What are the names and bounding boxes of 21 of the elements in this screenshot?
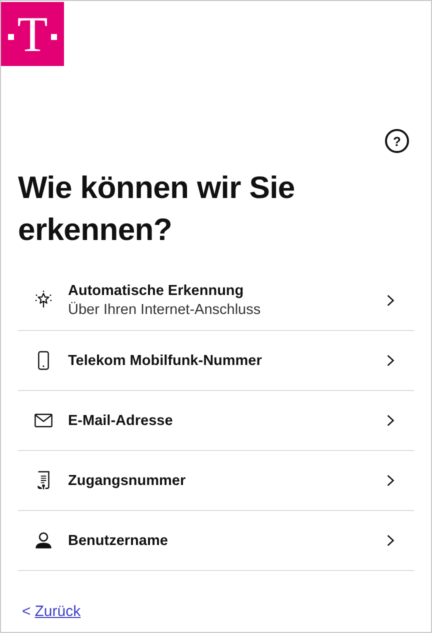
option-row[interactable]: E-Mail-Adresse xyxy=(18,391,414,451)
chevron-icon xyxy=(386,354,395,367)
chevron-icon xyxy=(386,534,395,547)
back-link[interactable]: < Zurück xyxy=(22,603,81,620)
chevron-icon xyxy=(386,414,395,427)
option-subtitle: Über Ihren Internet-Anschluss xyxy=(68,302,262,318)
option-title: Telekom Mobilfunk-Nummer xyxy=(68,352,263,368)
option-row[interactable]: Automatische Erkennung Über Ihren Internet-Anschluss xyxy=(18,271,414,331)
option-title: Automatische Erkennung xyxy=(68,283,245,299)
option-row[interactable]: Telekom Mobilfunk-Nummer xyxy=(18,331,414,391)
option-row[interactable]: Benutzername xyxy=(18,511,414,571)
option-title: Benutzername xyxy=(68,532,169,548)
person-icon xyxy=(32,530,54,551)
chevron-icon xyxy=(386,294,395,307)
page-title: Wie können wir Sie erkennen? xyxy=(18,169,296,249)
chevron-icon xyxy=(386,474,395,487)
option-row[interactable]: Zugangsnummer xyxy=(18,451,414,511)
option-title: Zugangsnummer xyxy=(68,472,187,488)
logo[interactable]: T xyxy=(1,2,64,66)
help-button[interactable]: ? xyxy=(385,129,409,153)
option-title: E-Mail-Adresse xyxy=(68,412,174,428)
